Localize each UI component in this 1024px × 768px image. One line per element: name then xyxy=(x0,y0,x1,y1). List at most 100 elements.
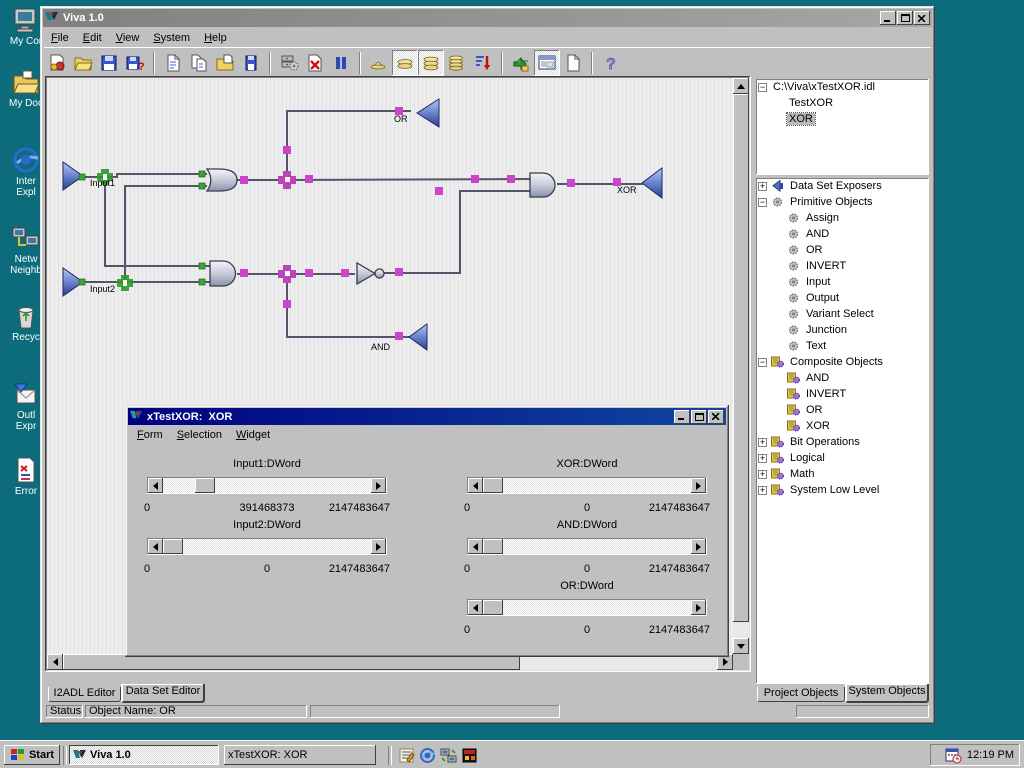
tree-item[interactable]: TestXOR xyxy=(756,95,929,111)
save-question-button[interactable]: ? xyxy=(122,50,148,76)
tree-item[interactable]: −C:\Viva\xTestXOR.idl xyxy=(756,79,929,95)
build-button[interactable] xyxy=(276,50,302,76)
minimize-button[interactable] xyxy=(880,11,896,25)
slider-thumb[interactable] xyxy=(483,539,503,554)
expander-plus-icon[interactable]: + xyxy=(758,486,767,495)
tree-item[interactable]: XOR xyxy=(756,111,929,127)
slider-left-arrow[interactable] xyxy=(148,478,163,493)
slider-left-arrow[interactable] xyxy=(148,539,163,554)
layer-single-button[interactable] xyxy=(366,50,392,76)
dialog-minimize-button[interactable] xyxy=(674,410,690,424)
scroll-up-icon[interactable] xyxy=(733,78,749,94)
schematic-vertical-scrollbar[interactable] xyxy=(733,78,749,654)
dialog-menu-form[interactable]: Form xyxy=(130,427,170,443)
tab-system-objects[interactable]: System Objects xyxy=(845,684,929,703)
value-slider[interactable] xyxy=(147,538,387,555)
menu-system[interactable]: System xyxy=(146,30,197,46)
menu-view[interactable]: View xyxy=(109,30,147,46)
tree-item[interactable]: INVERT xyxy=(756,258,929,274)
value-slider[interactable] xyxy=(467,477,707,494)
tree-item[interactable]: Output xyxy=(756,290,929,306)
gates[interactable] xyxy=(207,169,555,286)
menu-file[interactable]: File xyxy=(44,30,76,46)
expander-plus-icon[interactable]: + xyxy=(758,470,767,479)
new-page-button[interactable] xyxy=(560,50,586,76)
expander-plus-icon[interactable]: + xyxy=(758,182,767,191)
slider-right-arrow[interactable] xyxy=(691,600,706,615)
dialog-maximize-button[interactable] xyxy=(691,410,707,424)
tab-i2adl-editor[interactable]: I2ADL Editor xyxy=(48,687,121,702)
delete-document-button[interactable] xyxy=(302,50,328,76)
copy-document-button[interactable] xyxy=(186,50,212,76)
layer-triple-button[interactable] xyxy=(418,50,444,76)
slider-left-arrow[interactable] xyxy=(468,478,483,493)
slider-right-arrow[interactable] xyxy=(371,478,386,493)
value-slider[interactable] xyxy=(467,599,707,616)
tree-item[interactable]: INVERT xyxy=(756,386,929,402)
tree-item[interactable]: OR xyxy=(756,242,929,258)
start-button[interactable]: Start xyxy=(4,745,60,765)
dialog-menu-selection[interactable]: Selection xyxy=(170,427,229,443)
magenta-junctions[interactable] xyxy=(278,171,296,283)
dialog-menu-widget[interactable]: Widget xyxy=(229,427,277,443)
maximize-button[interactable] xyxy=(897,11,913,25)
layer-double-button[interactable] xyxy=(392,50,418,76)
tree-item[interactable]: +System Low Level xyxy=(756,482,929,498)
tree-item[interactable]: +Bit Operations xyxy=(756,434,929,450)
new-document-button[interactable] xyxy=(160,50,186,76)
open-folder-button[interactable] xyxy=(70,50,96,76)
task-button-viva[interactable]: Viva 1.0 xyxy=(69,745,219,765)
save-button[interactable] xyxy=(96,50,122,76)
open-project-button[interactable] xyxy=(44,50,70,76)
connect-computers-icon[interactable] xyxy=(440,747,457,767)
open-document-button[interactable] xyxy=(212,50,238,76)
layer-quad-button[interactable] xyxy=(444,50,470,76)
media-app-icon[interactable] xyxy=(461,747,478,767)
tree-item[interactable]: AND xyxy=(756,370,929,386)
tree-item[interactable]: −Composite Objects xyxy=(756,354,929,370)
expander-minus-icon[interactable]: − xyxy=(758,358,767,367)
tab-project-objects[interactable]: Project Objects xyxy=(757,687,845,702)
tree-item[interactable]: Input xyxy=(756,274,929,290)
task-button-xtestxor[interactable]: xTestXOR: XOR xyxy=(224,745,376,765)
tree-item[interactable]: Assign xyxy=(756,210,929,226)
dialog-titlebar[interactable]: xTestXOR: XOR xyxy=(128,408,726,425)
slider-thumb[interactable] xyxy=(483,600,503,615)
tree-item[interactable]: XOR xyxy=(756,418,929,434)
main-titlebar[interactable]: Viva 1.0 xyxy=(43,9,932,27)
tree-item[interactable]: Junction xyxy=(756,322,929,338)
close-button[interactable] xyxy=(914,11,930,25)
clock[interactable]: 12:19 PM xyxy=(967,749,1014,761)
tree-item[interactable]: +Math xyxy=(756,466,929,482)
save-small-button[interactable] xyxy=(238,50,264,76)
slider-right-arrow[interactable] xyxy=(691,478,706,493)
tree-item[interactable]: Variant Select xyxy=(756,306,929,322)
help-button[interactable]: ? xyxy=(598,50,624,76)
slider-right-arrow[interactable] xyxy=(371,539,386,554)
expander-minus-icon[interactable]: − xyxy=(758,198,767,207)
tree-item[interactable]: +Logical xyxy=(756,450,929,466)
dialog-close-button[interactable] xyxy=(708,410,724,424)
refresh-sheet-button[interactable] xyxy=(508,50,534,76)
slider-left-arrow[interactable] xyxy=(468,600,483,615)
scroll-left-icon[interactable] xyxy=(47,654,63,670)
pause-button[interactable] xyxy=(328,50,354,76)
value-slider[interactable] xyxy=(147,477,387,494)
scroll-down-icon[interactable] xyxy=(733,638,749,654)
internet-explorer-icon[interactable] xyxy=(419,747,436,767)
slider-thumb[interactable] xyxy=(483,478,503,493)
menu-edit[interactable]: Edit xyxy=(76,30,109,46)
tree-item[interactable]: OR xyxy=(756,402,929,418)
sort-descending-button[interactable] xyxy=(470,50,496,76)
show-window-button[interactable] xyxy=(534,50,560,76)
expander-plus-icon[interactable]: + xyxy=(758,454,767,463)
expander-minus-icon[interactable]: − xyxy=(758,83,767,92)
tree-item[interactable]: +Data Set Exposers xyxy=(756,178,929,194)
vscroll-thumb[interactable] xyxy=(733,94,749,622)
slider-right-arrow[interactable] xyxy=(691,539,706,554)
slider-left-arrow[interactable] xyxy=(468,539,483,554)
tree-item[interactable]: Text xyxy=(756,338,929,354)
transports[interactable] xyxy=(63,99,662,350)
expander-plus-icon[interactable]: + xyxy=(758,438,767,447)
tab-data-set-editor[interactable]: Data Set Editor xyxy=(121,684,205,703)
